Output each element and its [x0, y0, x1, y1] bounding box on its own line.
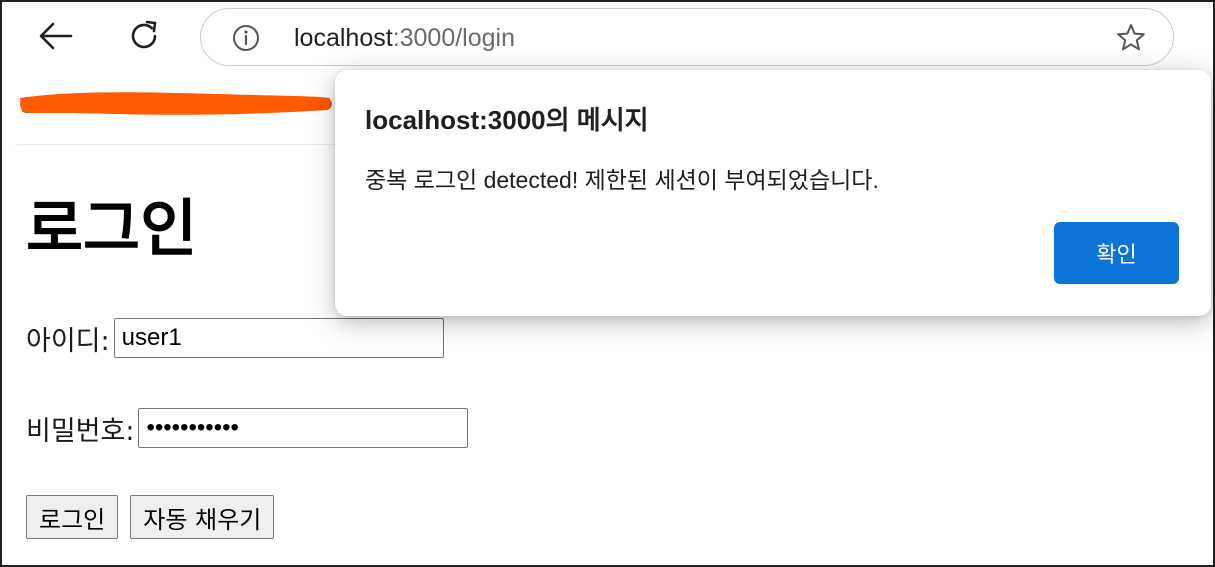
- confirm-button[interactable]: 확인: [1054, 222, 1179, 284]
- dialog-message: 중복 로그인 detected! 제한된 세션이 부여되었습니다.: [365, 167, 879, 193]
- bookmark-item[interactable]: [152, 88, 327, 122]
- bookmark-star-button[interactable]: [1115, 22, 1147, 54]
- site-info-button[interactable]: [231, 23, 261, 53]
- id-label: 아이디:: [26, 325, 110, 357]
- login-button[interactable]: 로그인: [26, 495, 119, 539]
- bookmark-item[interactable]: [24, 88, 144, 122]
- dialog-title: localhost:3000의 메시지: [365, 105, 649, 135]
- form-buttons: 로그인 자동 채우기: [26, 495, 275, 539]
- alert-dialog: localhost:3000의 메시지 중복 로그인 detected! 제한된…: [335, 70, 1211, 316]
- arrow-left-icon: [39, 22, 73, 50]
- info-icon: [233, 25, 259, 51]
- page-title: 로그인: [26, 192, 198, 265]
- autofill-button[interactable]: 자동 채우기: [130, 495, 275, 539]
- url-text[interactable]: localhost:3000/login: [294, 22, 515, 54]
- password-row: 비밀번호:: [26, 407, 469, 449]
- id-row: 아이디:: [26, 317, 444, 359]
- reload-icon: [131, 20, 157, 49]
- folder-icon: [24, 97, 44, 113]
- browser-window: localhost:3000/login 로그인 아이디: 비밀번호:: [0, 0, 1215, 567]
- password-input[interactable]: [138, 408, 469, 448]
- back-button[interactable]: [36, 16, 76, 56]
- star-icon: [1117, 24, 1145, 51]
- url-host: localhost: [294, 24, 393, 52]
- reload-button[interactable]: [124, 16, 164, 56]
- url-path: :3000/login: [392, 24, 515, 52]
- password-label: 비밀번호:: [26, 415, 135, 447]
- address-bar[interactable]: localhost:3000/login: [200, 8, 1174, 66]
- browser-toolbar: localhost:3000/login: [2, 2, 1213, 74]
- id-input[interactable]: [113, 318, 444, 358]
